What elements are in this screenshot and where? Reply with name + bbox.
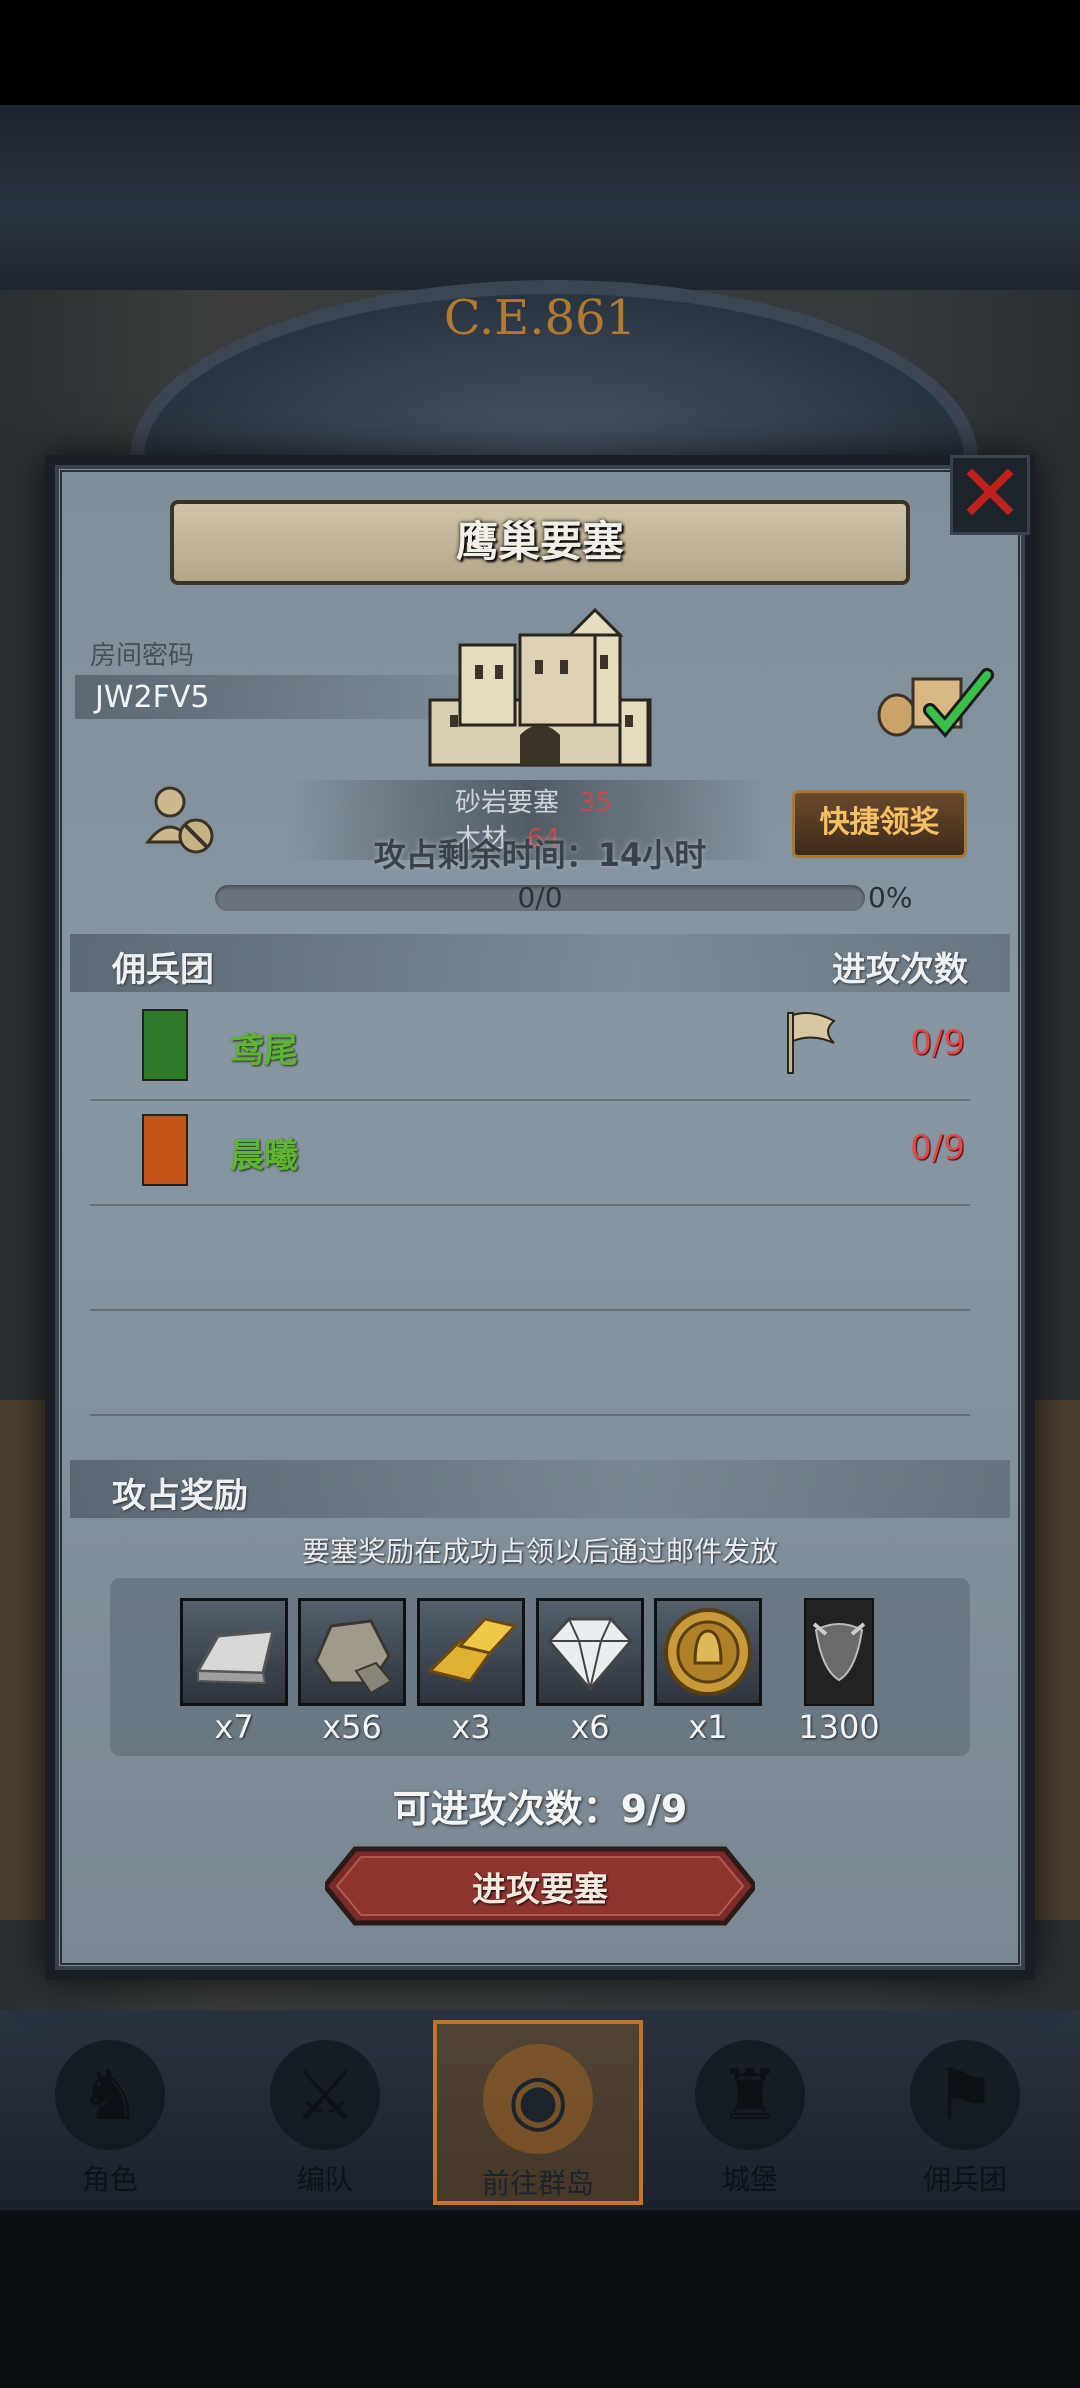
- close-button[interactable]: ✕: [950, 454, 1030, 535]
- empty-row: [90, 1205, 970, 1311]
- iris-banner-icon: [142, 1009, 188, 1081]
- flag-icon: [787, 1012, 836, 1074]
- reward-item[interactable]: x7: [180, 1598, 288, 1746]
- mercenary-section-title: 佣兵团: [112, 950, 214, 990]
- status-bar-area: [0, 0, 1080, 105]
- reward-chest-check-icon[interactable]: [875, 665, 995, 740]
- bottom-black-area: [0, 2210, 1080, 2388]
- reward-item[interactable]: x3: [417, 1598, 525, 1746]
- reward-qty: 1300: [798, 1708, 880, 1746]
- nav-label: 城堡: [721, 2163, 778, 2196]
- empty-row: [90, 1310, 970, 1416]
- mercenary-name: 鸢尾: [230, 1031, 298, 1071]
- reward-section-title: 攻占奖励: [112, 1476, 248, 1516]
- reward-item[interactable]: x1: [654, 1598, 762, 1746]
- mercenary-attack-count: 0/9: [910, 1128, 965, 1168]
- gold-bars-icon: [417, 1598, 525, 1706]
- resource-value: 35: [579, 788, 613, 818]
- reward-item[interactable]: x56: [298, 1598, 406, 1746]
- nav-item-formation[interactable]: ⚔ 编队: [220, 2020, 430, 2205]
- reward-qty: x56: [322, 1708, 382, 1746]
- room-code-label: 房间密码: [90, 641, 195, 671]
- background-band: [0, 105, 1080, 290]
- nav-label: 编队: [296, 2163, 353, 2196]
- era-label: C.E.861: [443, 290, 637, 346]
- mercenary-icon: ⚑: [910, 2040, 1020, 2150]
- reward-item[interactable]: x6: [536, 1598, 644, 1746]
- nav-item-character[interactable]: ♞ 角色: [5, 2020, 215, 2205]
- room-code[interactable]: JW2FV5: [95, 680, 209, 715]
- mercenary-name: 晨曦: [230, 1136, 298, 1176]
- resource-line: 砂岩要塞 35: [455, 782, 612, 819]
- diamond-icon: [536, 1598, 644, 1706]
- attack-count-column-label: 进攻次数: [832, 950, 968, 990]
- close-icon: ✕: [956, 447, 1024, 540]
- castle-icon: ♜: [695, 2040, 805, 2150]
- fortress-castle-icon: [428, 607, 652, 767]
- right-side-strip: [1035, 1400, 1080, 1920]
- knight-coin-icon: [654, 1598, 762, 1706]
- silver-ingot-icon: [180, 1598, 288, 1706]
- occupation-timer: 攻占剩余时间：14小时: [373, 836, 707, 874]
- resource-name: 砂岩要塞: [455, 788, 560, 818]
- stone-ore-icon: [298, 1598, 406, 1706]
- reward-qty: x1: [688, 1708, 728, 1746]
- dialog-title: 鹰巢要塞: [170, 500, 910, 585]
- nav-label: 前往群岛: [481, 2167, 594, 2200]
- progress-count: 0/0: [517, 881, 563, 914]
- progress-percent: 0%: [868, 881, 913, 914]
- mercenary-row[interactable]: 晨曦 0/9: [90, 1100, 970, 1206]
- mercenary-row[interactable]: 鸢尾 0/9: [90, 995, 970, 1101]
- attack-attempts: 可进攻次数：9/9: [392, 1787, 688, 1831]
- reward-qty: x6: [570, 1708, 610, 1746]
- attack-fortress-label[interactable]: 进攻要塞: [325, 1862, 755, 1911]
- dawn-banner-icon: [142, 1114, 188, 1186]
- mercenary-attack-count: 0/9: [910, 1023, 965, 1063]
- nav-item-castle[interactable]: ♜ 城堡: [645, 2020, 855, 2205]
- nav-label: 佣兵团: [922, 2163, 1007, 2196]
- islands-icon: ◉: [483, 2044, 593, 2154]
- character-icon: ♞: [55, 2040, 165, 2150]
- reward-qty: x7: [214, 1708, 254, 1746]
- reward-note: 要塞奖励在成功占领以后通过邮件发放: [301, 1535, 778, 1568]
- reward-item[interactable]: 1300: [785, 1598, 893, 1746]
- reward-qty: x3: [451, 1708, 491, 1746]
- formation-icon: ⚔: [270, 2040, 380, 2150]
- bull-banner-icon: [804, 1598, 874, 1706]
- nav-label: 角色: [81, 2163, 138, 2196]
- nav-item-islands[interactable]: ◉ 前往群岛: [433, 2020, 643, 2205]
- left-side-strip: [0, 1400, 45, 1920]
- nav-item-mercenary[interactable]: ⚑ 佣兵团: [860, 2020, 1070, 2205]
